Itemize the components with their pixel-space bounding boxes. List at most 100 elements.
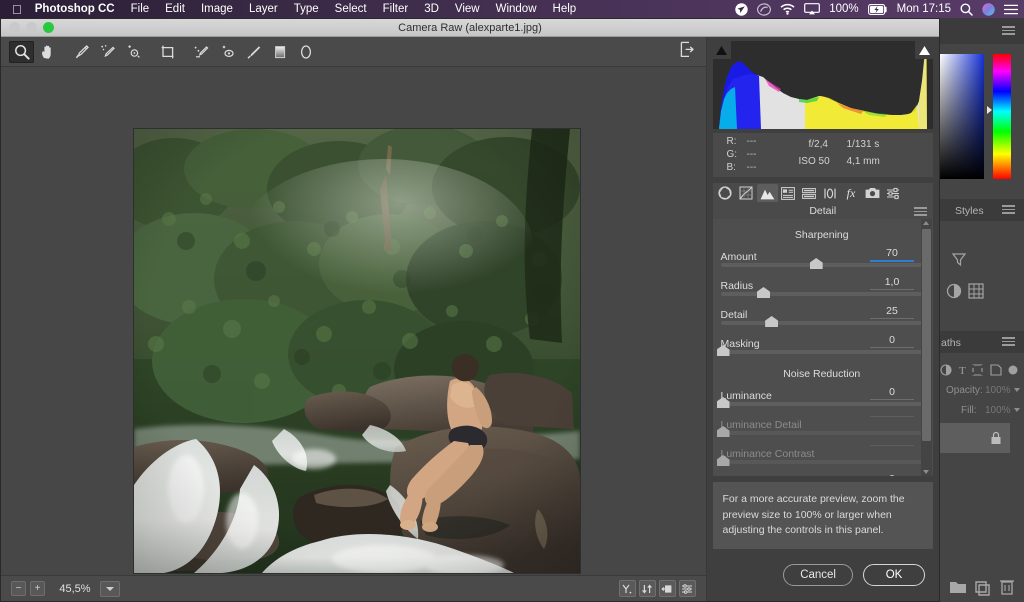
tab-camera-calibration[interactable] (862, 184, 883, 202)
targeted-adjustment-tool[interactable] (121, 41, 146, 63)
menu-image[interactable]: Image (193, 0, 241, 18)
slider-value[interactable]: 25 (870, 305, 914, 319)
panel-scrollbar[interactable] (921, 219, 932, 476)
tab-effects[interactable]: fx (841, 184, 862, 202)
layers-bottom-icons[interactable] (940, 576, 1024, 596)
shadow-clipping-warning-icon[interactable] (712, 41, 731, 59)
slider-color[interactable]: Color 0 (721, 473, 924, 476)
graduated-filter-tool[interactable] (267, 41, 292, 63)
radial-filter-tool[interactable] (293, 41, 318, 63)
menu-layer[interactable]: Layer (241, 0, 286, 18)
slider-track-luminance[interactable] (716, 397, 923, 408)
fill-chevron-down-icon[interactable] (1014, 408, 1020, 412)
slider-thumb[interactable] (765, 316, 779, 327)
menu-select[interactable]: Select (327, 0, 375, 18)
scrollbar-thumb[interactable] (922, 229, 931, 441)
tab-split-toning[interactable] (799, 184, 820, 202)
traffic-lights[interactable] (1, 22, 54, 33)
hand-tool[interactable] (35, 41, 60, 63)
slider-track-masking[interactable] (716, 345, 923, 356)
slider-thumb[interactable] (809, 258, 823, 269)
color-sampler-tool[interactable] (95, 41, 120, 63)
color-panel-menu-icon[interactable] (1002, 26, 1015, 35)
scroll-down-arrow-icon[interactable] (923, 469, 929, 474)
ok-button[interactable]: OK (863, 564, 925, 586)
slider-track-amount[interactable] (720, 258, 923, 269)
slider-radius[interactable]: Radius 1,0 (721, 276, 924, 292)
filter-funnel-icon[interactable] (951, 253, 967, 267)
photo-preview[interactable] (134, 129, 580, 573)
preferences-icon[interactable] (680, 41, 696, 63)
before-after-preferences-icon[interactable] (678, 580, 696, 597)
battery-charging-icon[interactable] (867, 0, 888, 18)
tab-styles[interactable]: Styles (955, 205, 984, 217)
fill-value[interactable]: 100% (985, 405, 1011, 416)
slider-masking[interactable]: Masking 0 (721, 334, 924, 350)
tab-presets[interactable] (883, 184, 904, 202)
swap-before-after-icon[interactable] (638, 580, 656, 597)
hue-strip[interactable] (993, 54, 1011, 179)
slider-track-radius[interactable] (720, 287, 923, 298)
menu-view[interactable]: View (447, 0, 488, 18)
tab-basic[interactable] (715, 184, 736, 202)
red-eye-removal-tool[interactable] (215, 41, 240, 63)
slider-value[interactable]: 1,0 (870, 276, 914, 290)
tab-lens-corrections[interactable] (820, 184, 841, 202)
zoom-level-dropdown[interactable] (100, 580, 120, 597)
scroll-up-arrow-icon[interactable] (923, 221, 929, 225)
menu-type[interactable]: Type (286, 0, 327, 18)
menu-edit[interactable]: Edit (157, 0, 193, 18)
zoom-out-button[interactable]: − (11, 581, 26, 596)
hue-slider-marker[interactable] (987, 106, 992, 114)
opacity-value[interactable]: 100% (985, 385, 1011, 396)
tab-tone-curve[interactable] (736, 184, 757, 202)
white-balance-tool[interactable] (69, 41, 94, 63)
slider-detail[interactable]: Detail 25 (721, 305, 924, 321)
grid-icon[interactable] (968, 283, 984, 299)
brightness-icon[interactable] (946, 283, 962, 299)
copy-settings-icon[interactable] (658, 580, 676, 597)
menu-file[interactable]: File (123, 0, 158, 18)
search-icon[interactable] (960, 0, 973, 18)
menu-window[interactable]: Window (488, 0, 545, 18)
location-arrow-icon[interactable] (735, 0, 748, 18)
window-title-bar[interactable]: Camera Raw (alexparte1.jpg) (1, 19, 939, 37)
minimize-button[interactable] (26, 22, 37, 33)
zoom-button[interactable] (43, 22, 54, 33)
spot-removal-tool[interactable] (189, 41, 214, 63)
panel-menu-icon[interactable] (914, 207, 927, 216)
wifi-icon[interactable] (780, 0, 795, 18)
tab-hsl-grayscale[interactable] (778, 184, 799, 202)
menu-help[interactable]: Help (545, 0, 585, 18)
opacity-chevron-down-icon[interactable] (1014, 388, 1020, 392)
airplay-icon[interactable] (804, 0, 821, 18)
slider-value[interactable]: 0 (870, 473, 914, 476)
slider-value[interactable]: 0 (870, 386, 914, 400)
crop-tool[interactable] (155, 41, 180, 63)
slider-amount[interactable]: Amount 70 (721, 247, 924, 263)
slider-track-detail[interactable] (720, 316, 923, 327)
highlight-clipping-warning-icon[interactable] (915, 41, 933, 59)
slider-value[interactable]: 0 (870, 334, 914, 348)
detail-panel-scroll-area[interactable]: Sharpening Amount 70 Radius 1,0 Detail 2… (712, 219, 933, 476)
adjustment-brush-tool[interactable] (241, 41, 266, 63)
menu-filter[interactable]: Filter (375, 0, 417, 18)
tab-detail[interactable] (756, 184, 778, 202)
zoom-in-button[interactable]: + (30, 581, 45, 596)
styles-panel-menu-icon[interactable] (1002, 205, 1015, 214)
slider-value[interactable]: 70 (870, 247, 914, 262)
apple-logo-icon[interactable]:  (0, 3, 33, 16)
color-field-picker[interactable] (940, 54, 984, 179)
control-center-icon[interactable] (1004, 0, 1018, 18)
menu-bar-clock[interactable]: Mon 17:15 (897, 3, 951, 15)
toggle-before-after-icon[interactable] (618, 580, 636, 597)
slider-luminance[interactable]: Luminance 0 (721, 386, 924, 402)
siri-icon[interactable] (982, 0, 995, 18)
menu-3d[interactable]: 3D (416, 0, 447, 18)
tab-paths[interactable]: aths (941, 337, 961, 349)
image-preview-area[interactable] (1, 67, 706, 575)
menu-app-name[interactable]: Photoshop CC (33, 0, 123, 18)
histogram[interactable] (712, 41, 933, 129)
close-button[interactable] (9, 22, 20, 33)
layer-row[interactable] (940, 423, 1010, 453)
